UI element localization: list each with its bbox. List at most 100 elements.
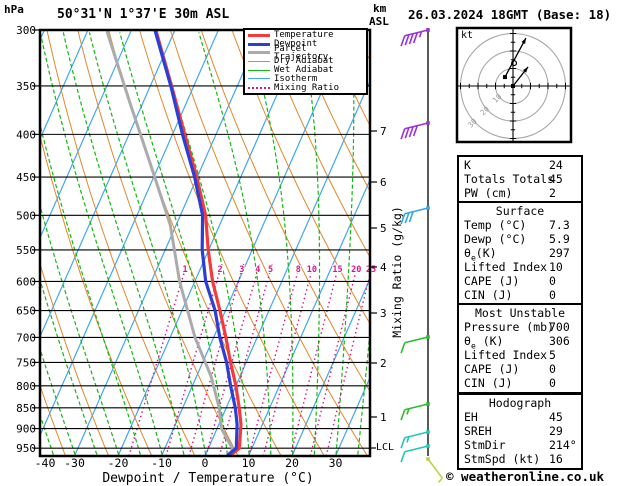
page-title: 50°31'N 1°37'E 30m ASL (57, 7, 230, 22)
table-row: CAPE (J) 0 (459, 362, 581, 376)
pressure-tick-label: 700 (16, 331, 36, 344)
table-row-label: θe(K) (464, 246, 497, 263)
km-tick-label: 1 (380, 411, 387, 424)
hodograph: 102030 (455, 26, 573, 144)
table-row-label: Temp (°C) (464, 218, 527, 232)
wind-barb-column (400, 28, 444, 483)
legend-item: Isotherm (245, 73, 366, 84)
wind-barb (400, 206, 430, 225)
pressure-tick-label: 400 (16, 128, 36, 141)
table-row-label: StmSpd (kt) (464, 452, 541, 466)
pressure-tick-label: 850 (16, 402, 36, 415)
table-row-value: 0 (549, 376, 556, 390)
table-row-value: 24 (549, 158, 563, 172)
dewpoint-line-swatch (248, 42, 270, 46)
wind-barb (400, 430, 430, 449)
lcl-label: LCL (376, 442, 395, 453)
table-row-label: Lifted Index (464, 348, 548, 362)
dry-adiabat-line-swatch (248, 60, 270, 62)
km-tick-label: 6 (380, 176, 387, 189)
pressure-tick-label: 950 (16, 442, 36, 455)
table-row-value: 2 (549, 186, 556, 200)
table-row-value: 45 (549, 172, 563, 186)
km-tick-label: 5 (380, 222, 387, 235)
data-table: Most Unstable Pressure (mb) 700 θe (K) 306 Li… (457, 303, 583, 394)
pressure-tick-label: 600 (16, 275, 36, 288)
table-row-value: 7.3 (549, 218, 570, 232)
data-table: K 24 Totals Totals 45 PW (cm) 2 (457, 155, 583, 204)
table-row-label: CAPE (J) (464, 274, 520, 288)
table-row: K 24 (459, 158, 581, 172)
data-table: Surface Temp (°C) 7.3 Dewp (°C) 5.9 θe(K) 297 L… (457, 201, 583, 306)
km-tick-label: 4 (380, 261, 387, 274)
table-row: Dewp (°C) 5.9 (459, 232, 581, 246)
temperature-tick-label: 0 (202, 456, 209, 470)
temperature-tick-label: -10 (151, 456, 172, 470)
table-title: Surface (495, 204, 545, 218)
table-row: θe(K) 297 (459, 246, 581, 263)
table-row-label: θe (K) (464, 334, 504, 351)
table-row-label: EH (464, 410, 478, 424)
table-row-value: 306 (549, 334, 570, 348)
table-row-value: 214° (549, 438, 577, 452)
table-row: EH 45 (459, 410, 581, 424)
wind-barb (400, 402, 430, 421)
table-row-label: CIN (J) (464, 288, 513, 302)
mixing-ratio-line-swatch (248, 86, 270, 89)
pressure-tick-label: 350 (16, 80, 36, 93)
table-row-value: 700 (549, 320, 570, 334)
table-row-label: Lifted Index (464, 260, 548, 274)
table-row-value: 16 (549, 452, 563, 466)
asl-axis-label: ASL (369, 15, 389, 28)
pressure-tick-label: 500 (16, 209, 36, 222)
table-row: PW (cm) 2 (459, 186, 581, 200)
table-title: Hodograph (488, 396, 552, 410)
wind-barb (400, 335, 430, 354)
table-row: Lifted Index 5 (459, 348, 581, 362)
km-tick-label: 3 (380, 307, 387, 320)
pressure-tick-label: 300 (16, 24, 36, 37)
data-table: Hodograph EH 45 SREH 29 StmDir 214° StmSpd (kt)… (457, 393, 583, 470)
table-row-label: PW (cm) (464, 186, 513, 200)
table-row-value: 0 (549, 288, 556, 302)
table-title: Most Unstable (474, 306, 565, 320)
x-axis-title: Dewpoint / Temperature (°C) (102, 471, 314, 486)
wet-adiabat-line-swatch (248, 69, 270, 71)
table-row: StmSpd (kt) 16 (459, 452, 581, 466)
pressure-tick-label: 900 (16, 423, 36, 436)
table-row-label: Dewp (°C) (464, 232, 527, 246)
table-row: Pressure (mb) 700 (459, 320, 581, 334)
table-row: CIN (J) 0 (459, 376, 581, 390)
table-row: Temp (°C) 7.3 (459, 218, 581, 232)
legend: Temperature Dewpoint Parcel Trajectory D… (243, 28, 368, 95)
legend-item: Wet Adiabat (245, 66, 366, 75)
wind-barb (400, 121, 430, 140)
temperature-tick-label: -40 (35, 456, 56, 470)
temperature-tick-label: 30 (329, 456, 343, 470)
sounding-curves (105, 30, 243, 456)
table-row-value: 0 (549, 362, 556, 376)
table-row-label: Totals Totals (464, 172, 555, 186)
datetime-label: 26.03.2024 18GMT (Base: 18) (408, 7, 612, 22)
table-row-label: SREH (464, 424, 492, 438)
table-row: SREH 29 (459, 424, 581, 438)
table-row-value: 5.9 (549, 232, 570, 246)
temperature-tick-label: -20 (108, 456, 129, 470)
table-row: Lifted Index 10 (459, 260, 581, 274)
table-row: StmDir 214° (459, 438, 581, 452)
mixing-ratio-value-label: 15 (332, 265, 342, 275)
table-row-label: CAPE (J) (464, 362, 520, 376)
legend-label: Isotherm (274, 73, 318, 84)
table-row: CIN (J) 0 (459, 288, 581, 302)
table-row-value: 297 (549, 246, 570, 260)
table-row-value: 10 (549, 260, 563, 274)
pressure-tick-label: 650 (16, 305, 36, 318)
legend-label: Mixing Ratio (274, 82, 340, 93)
wind-barb (400, 444, 430, 463)
wind-barb (400, 28, 430, 47)
table-row-value: 5 (549, 348, 556, 362)
mixing-ratio-value-label: 4 (255, 265, 260, 275)
table-row: CAPE (J) 0 (459, 274, 581, 288)
km-tick-label: 2 (380, 357, 387, 370)
mixing-ratio-value-label: 1 (182, 265, 187, 275)
